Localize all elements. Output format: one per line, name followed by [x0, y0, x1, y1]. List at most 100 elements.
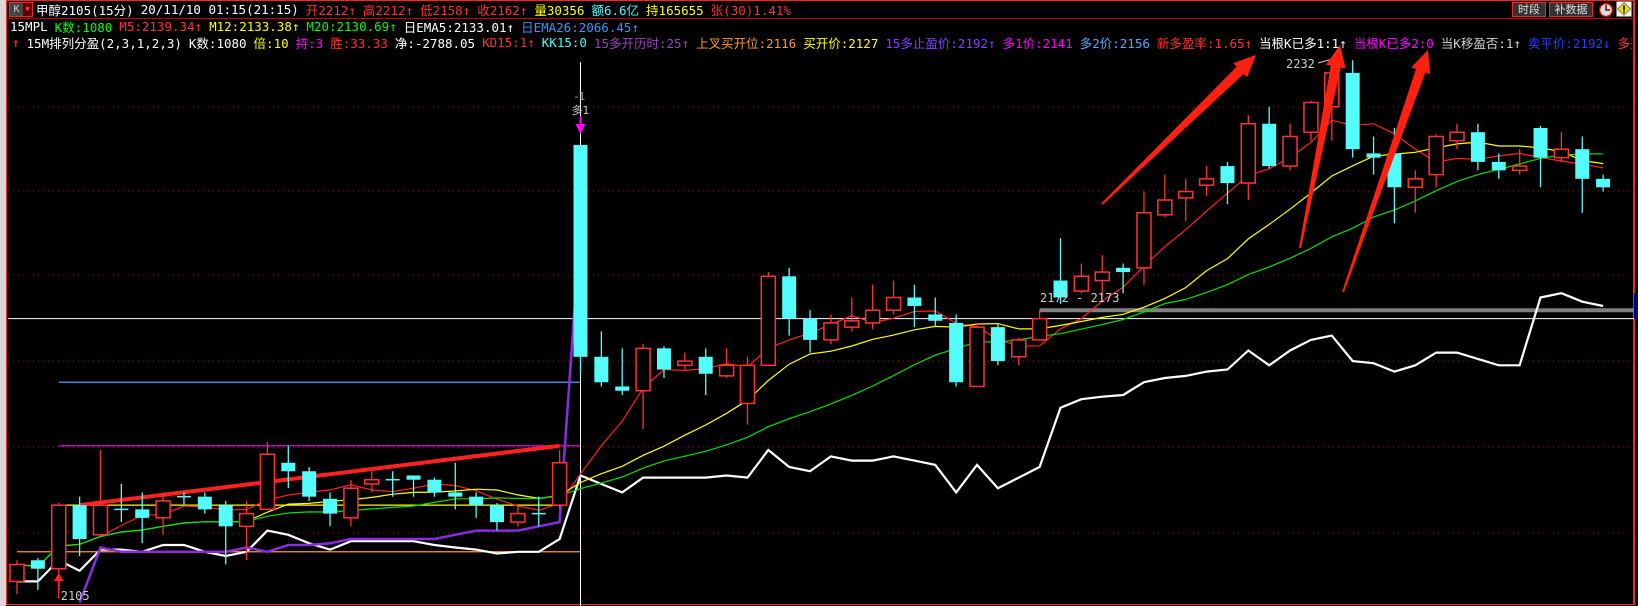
strategy-item: 15多止盈价:2192↑	[885, 36, 996, 50]
candle[interactable]	[615, 348, 630, 395]
candle[interactable]	[1366, 136, 1381, 175]
k-line-type-button[interactable]: K ▼	[9, 2, 33, 17]
candle-body	[30, 560, 45, 569]
candle[interactable]	[990, 322, 1005, 366]
candle[interactable]	[323, 492, 338, 527]
candle[interactable]	[385, 471, 400, 497]
candle-body	[1596, 178, 1611, 188]
candle[interactable]	[739, 356, 756, 425]
candlestick-chart[interactable]: -1多1 2232 2172 - 2173 2105	[0, 0, 1638, 606]
candle[interactable]	[1407, 170, 1424, 213]
candle[interactable]	[427, 477, 442, 497]
candle-body	[406, 475, 421, 480]
candle-body	[427, 479, 442, 493]
candle[interactable]	[490, 503, 505, 531]
strategy-item: 当根K已多2:0	[1353, 36, 1434, 50]
candle[interactable]	[949, 314, 964, 387]
candle[interactable]	[1533, 125, 1548, 188]
candle[interactable]	[1596, 174, 1611, 192]
candle[interactable]	[197, 492, 212, 514]
candle[interactable]	[1198, 166, 1215, 196]
candle-body	[1262, 123, 1277, 167]
candle-body	[1511, 165, 1528, 172]
candle[interactable]	[594, 331, 609, 387]
candle[interactable]	[1157, 174, 1173, 217]
candle[interactable]	[907, 284, 922, 328]
candle[interactable]	[510, 505, 526, 527]
warning-diamond-icon[interactable]	[1616, 1, 1632, 17]
candle[interactable]	[1511, 149, 1528, 175]
candle-body	[698, 356, 713, 374]
candle[interactable]	[114, 483, 129, 523]
candle-body	[343, 487, 359, 519]
candle-body	[238, 512, 255, 528]
candle[interactable]	[531, 496, 546, 527]
candle-body	[844, 320, 860, 328]
supplement-data-button[interactable]: 补数据	[1549, 2, 1593, 17]
candle[interactable]	[155, 492, 171, 535]
chevron-down-icon[interactable]: ▼	[23, 3, 32, 16]
candle-body	[72, 505, 87, 540]
candle[interactable]	[782, 267, 797, 336]
candle[interactable]	[969, 322, 985, 388]
candle[interactable]	[844, 297, 860, 332]
candle-body	[92, 504, 109, 536]
strategy-item: 15多开历时:25↑	[593, 36, 690, 50]
candle[interactable]	[1116, 263, 1131, 294]
candle[interactable]	[1177, 178, 1194, 222]
candle[interactable]	[803, 310, 818, 353]
strategy-item: 上叉买开位:2116	[696, 36, 797, 50]
candle[interactable]	[1240, 115, 1257, 201]
candle[interactable]	[302, 467, 317, 501]
candle[interactable]	[1262, 106, 1277, 169]
candle[interactable]	[864, 284, 881, 330]
strategy-item: 当K移盈否:1↑	[1440, 36, 1521, 50]
strategy-item: 胜:33.33	[330, 36, 388, 50]
candle[interactable]	[1553, 132, 1570, 162]
candle[interactable]	[760, 272, 777, 367]
candle[interactable]	[1345, 60, 1360, 158]
candle-body	[885, 296, 902, 311]
candle-body	[510, 512, 526, 523]
candle[interactable]	[1031, 310, 1048, 341]
strategy-item: 多1价:2141	[1002, 36, 1073, 50]
candle-body	[1282, 135, 1298, 167]
candle[interactable]	[1303, 100, 1319, 141]
candle-body	[969, 326, 985, 388]
clock-icon[interactable]	[1598, 2, 1614, 18]
candle[interactable]	[928, 297, 943, 328]
candle[interactable]	[30, 558, 45, 590]
candle[interactable]	[1073, 263, 1090, 294]
candle[interactable]	[635, 344, 651, 429]
candle[interactable]	[1282, 123, 1298, 171]
candle-body	[782, 276, 797, 319]
candle-body	[1094, 271, 1110, 282]
candle[interactable]	[718, 348, 735, 379]
candle[interactable]	[1428, 134, 1444, 188]
candle[interactable]	[72, 496, 87, 556]
quote-item: 量30356	[534, 3, 585, 17]
candle-body	[990, 327, 1005, 362]
candle[interactable]	[406, 475, 421, 497]
candle-body	[135, 509, 150, 518]
candle[interactable]	[9, 560, 25, 595]
ma-line-m12	[16, 141, 1604, 568]
candle[interactable]	[343, 479, 359, 527]
candle[interactable]	[135, 492, 150, 544]
candle[interactable]	[885, 280, 902, 315]
candle[interactable]	[677, 352, 693, 370]
candle[interactable]	[1575, 136, 1590, 213]
candle[interactable]	[469, 492, 484, 518]
candle[interactable]	[698, 348, 713, 395]
candle[interactable]	[448, 462, 463, 510]
candle-body	[1136, 211, 1152, 269]
strategy-info-row: ↑ 15M排列分盈(2,3,1,2,3) K数:1080 倍:10 持:3 胜:33.3…	[12, 35, 1632, 50]
candle[interactable]	[573, 144, 588, 374]
candle[interactable]	[1470, 123, 1485, 171]
candle[interactable]	[259, 441, 276, 511]
ma-item: M20:2130.69↑	[306, 19, 397, 34]
candle[interactable]	[92, 450, 109, 536]
candle-body	[281, 462, 296, 472]
period-button[interactable]: 时段	[1512, 2, 1546, 17]
strategy-item: 多盈率:1.6	[1617, 36, 1632, 50]
